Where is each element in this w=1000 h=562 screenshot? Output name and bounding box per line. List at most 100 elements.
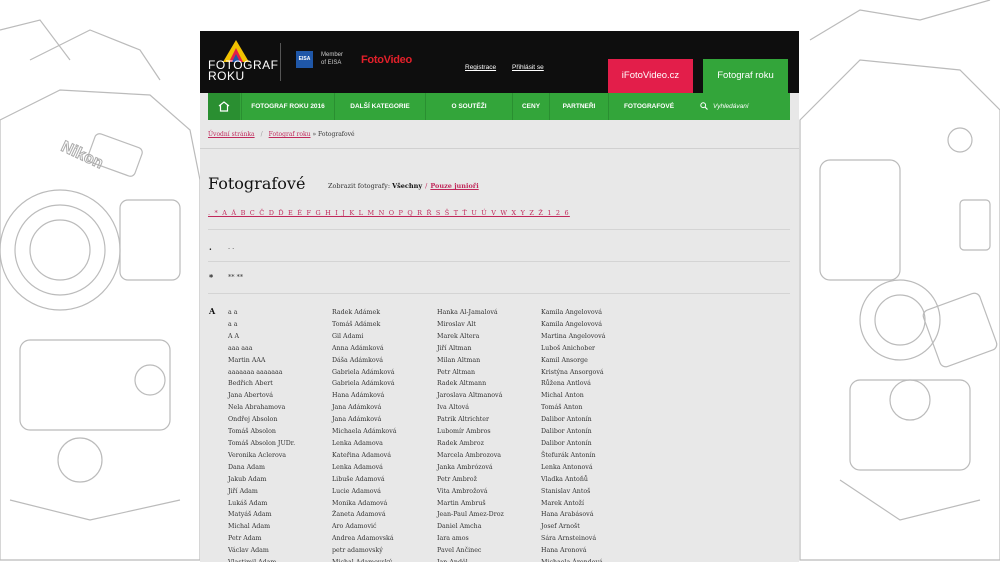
nav-o-soutezi[interactable]: O SOUTĚŽI — [425, 93, 512, 120]
nav-fotograf-roku-2016[interactable]: FOTOGRAF ROKU 2016 — [241, 93, 334, 120]
photographer-name[interactable]: Lenka Adamova — [332, 438, 397, 450]
photographer-name[interactable]: Marcela Ambrozova — [437, 450, 504, 462]
photographer-name[interactable]: Libuše Adamová — [332, 474, 397, 486]
photographer-name[interactable]: Aro Adamović — [332, 521, 397, 533]
photographer-name[interactable]: Gabriela Adámková — [332, 378, 397, 390]
photographer-name[interactable]: Stanislav Antoš — [541, 486, 605, 498]
photographer-name[interactable]: Dalibor Antonín — [541, 426, 605, 438]
photographer-name[interactable]: Gil Adami — [332, 331, 397, 343]
photographer-name[interactable]: Dalibor Antonín — [541, 438, 605, 450]
nav-dalsi-kategorie[interactable]: DALŠÍ KATEGORIE — [334, 93, 425, 120]
register-link[interactable]: Registrace — [465, 64, 496, 71]
photographer-name[interactable]: Nela Abrahamova — [228, 402, 295, 414]
photographer-name[interactable]: Kamila Angelovová — [541, 319, 605, 331]
photographer-name[interactable]: Michaela Adámková — [332, 426, 397, 438]
photographer-name[interactable]: Ondřej Absolon — [228, 414, 295, 426]
photographer-name[interactable]: A A — [228, 331, 295, 343]
photographer-name[interactable]: Tomáš Absolon JUDr. — [228, 438, 295, 450]
photographer-name[interactable]: Lukáš Adam — [228, 498, 295, 510]
photographer-name[interactable]: petr adamovský — [332, 545, 397, 557]
site-logo[interactable]: FOTOGRAF ROKU — [208, 59, 278, 82]
photographer-name[interactable]: Monika Adamová — [332, 498, 397, 510]
fotovideo-logo[interactable]: FotoVideo — [361, 54, 412, 66]
photographer-name[interactable]: a a — [228, 319, 295, 331]
filter-all[interactable]: Všechny — [392, 182, 422, 190]
nav-ceny[interactable]: CENY — [512, 93, 549, 120]
ifotovideo-button[interactable]: iFotoVideo.cz — [608, 59, 693, 93]
photographer-name[interactable]: Petr Adam — [228, 533, 295, 545]
fotograf-roku-button[interactable]: Fotograf roku — [703, 59, 788, 93]
home-button[interactable] — [208, 93, 240, 120]
photographer-name[interactable]: Marek Antoží — [541, 498, 605, 510]
group-value-star[interactable]: ** ** — [228, 273, 243, 281]
photographer-name[interactable]: Josef Arnošt — [541, 521, 605, 533]
photographer-name[interactable]: Iara amos — [437, 533, 504, 545]
photographer-name[interactable]: Jan Anděl — [437, 557, 504, 562]
photographer-name[interactable]: Radek Ambroz — [437, 438, 504, 450]
photographer-name[interactable]: Vladka Antoňů — [541, 474, 605, 486]
photographer-name[interactable]: Janka Ambrózová — [437, 462, 504, 474]
photographer-name[interactable]: Hana Aronová — [541, 545, 605, 557]
photographer-name[interactable]: Růžena Antlová — [541, 378, 605, 390]
photographer-name[interactable]: Milan Altman — [437, 355, 504, 367]
group-value-dot[interactable]: . . — [228, 243, 234, 251]
photographer-name[interactable]: Michal Adamovský — [332, 557, 397, 562]
nav-fotografove[interactable]: FOTOGRAFOVÉ — [608, 93, 689, 120]
photographer-name[interactable]: Vlastimil Adam — [228, 557, 295, 562]
photographer-name[interactable]: Veronika Aclerova — [228, 450, 295, 462]
photographer-name[interactable]: Michaela Árendová — [541, 557, 605, 562]
photographer-name[interactable]: Miroslav Alt — [437, 319, 504, 331]
photographer-name[interactable]: Petr Altman — [437, 367, 504, 379]
photographer-name[interactable]: Matyáš Adam — [228, 509, 295, 521]
photographer-name[interactable]: Martina Angelovová — [541, 331, 605, 343]
photographer-name[interactable]: Štefurák Antonín — [541, 450, 605, 462]
photographer-name[interactable]: Jaroslava Altmanová — [437, 390, 504, 402]
photographer-name[interactable]: Kamila Angelovová — [541, 307, 605, 319]
breadcrumb-section[interactable]: Fotograf roku — [269, 131, 311, 138]
photographer-name[interactable]: Pavel Ančinec — [437, 545, 504, 557]
photographer-name[interactable]: Žaneta Adamová — [332, 509, 397, 521]
photographer-name[interactable]: Jakub Adam — [228, 474, 295, 486]
photographer-name[interactable]: Kateřina Adamová — [332, 450, 397, 462]
photographer-name[interactable]: Radek Adámek — [332, 307, 397, 319]
photographer-name[interactable]: Lubomír Ambros — [437, 426, 504, 438]
photographer-name[interactable]: Anna Adámková — [332, 343, 397, 355]
photographer-name[interactable]: Gabriela Adámková — [332, 367, 397, 379]
photographer-name[interactable]: Hana Arabásová — [541, 509, 605, 521]
photographer-name[interactable]: Jean-Paul Amez-Droz — [437, 509, 504, 521]
photographer-name[interactable]: Hana Adámková — [332, 390, 397, 402]
photographer-name[interactable]: aaa aaa — [228, 343, 295, 355]
photographer-name[interactable]: Radek Altmann — [437, 378, 504, 390]
alphabet-filter[interactable]: . * A Á B C Č D Ď E É F G H I J K L M N … — [208, 209, 570, 217]
photographer-name[interactable]: Tomáš Adámek — [332, 319, 397, 331]
photographer-name[interactable]: Marek Altera — [437, 331, 504, 343]
photographer-name[interactable]: Jiří Altman — [437, 343, 504, 355]
login-link[interactable]: Přihlásit se — [512, 64, 544, 71]
photographer-name[interactable]: Lenka Adamová — [332, 462, 397, 474]
photographer-name[interactable]: Daniel Amcha — [437, 521, 504, 533]
photographer-name[interactable]: Lenka Antonová — [541, 462, 605, 474]
photographer-name[interactable]: Martin Ambruš — [437, 498, 504, 510]
photographer-name[interactable]: Sára Arnsteinová — [541, 533, 605, 545]
photographer-name[interactable]: Jana Adámková — [332, 414, 397, 426]
alphabet-letters[interactable]: . * A Á B C Č D Ď E É F G H I J K L M N … — [208, 209, 570, 217]
photographer-name[interactable]: Bedřich Abert — [228, 378, 295, 390]
photographer-name[interactable]: Iva Altová — [437, 402, 504, 414]
photographer-name[interactable]: Dana Adam — [228, 462, 295, 474]
photographer-name[interactable]: Dalibor Antonín — [541, 414, 605, 426]
photographer-name[interactable]: Vita Ambrožová — [437, 486, 504, 498]
photographer-name[interactable]: Tomáš Absolon — [228, 426, 295, 438]
photographer-name[interactable]: Andrea Adamovská — [332, 533, 397, 545]
photographer-name[interactable]: Jana Adámková — [332, 402, 397, 414]
photographer-name[interactable]: Tomáš Anton — [541, 402, 605, 414]
photographer-name[interactable]: Michal Adam — [228, 521, 295, 533]
search-field[interactable]: Vyhledávaní — [700, 93, 790, 120]
photographer-name[interactable]: Petr Ambrož — [437, 474, 504, 486]
photographer-name[interactable]: Kamil Ansorge — [541, 355, 605, 367]
photographer-name[interactable]: Hanka Al-Jamalová — [437, 307, 504, 319]
filter-juniors[interactable]: Pouze junioři — [430, 182, 478, 190]
photographer-name[interactable]: Václav Adam — [228, 545, 295, 557]
photographer-name[interactable]: Martin AAA — [228, 355, 295, 367]
photographer-name[interactable]: Jiří Adam — [228, 486, 295, 498]
photographer-name[interactable]: Lucie Adamová — [332, 486, 397, 498]
